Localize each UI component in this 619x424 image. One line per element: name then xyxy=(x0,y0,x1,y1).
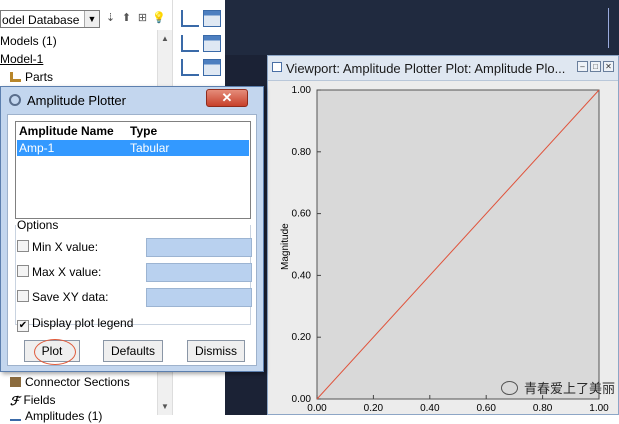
tree-item-label: Fields xyxy=(23,393,56,407)
create-tool-icon[interactable] xyxy=(181,59,199,76)
tree-item-label: Amplitudes (1) xyxy=(25,409,103,423)
y-tick-label: 0.40 xyxy=(292,270,312,281)
manager-tool-icon[interactable] xyxy=(203,10,221,27)
save-xy-checkbox[interactable] xyxy=(17,290,29,302)
triad-icon xyxy=(608,8,617,48)
viewport-title: Viewport: Amplitude Plotter Plot: Amplit… xyxy=(286,61,566,76)
y-axis-label: Magnitude xyxy=(280,223,291,270)
filter-icon[interactable]: ⊞ xyxy=(136,12,149,25)
min-x-label: Min X value: xyxy=(32,240,99,254)
wechat-icon xyxy=(500,381,518,395)
expand-icon[interactable]: ⇣ xyxy=(104,12,117,25)
x-tick-label: 0.20 xyxy=(364,403,384,414)
manager-tool-icon[interactable] xyxy=(203,59,221,76)
maximize-icon[interactable]: □ xyxy=(590,61,601,72)
y-tick-label: 1.00 xyxy=(292,85,312,96)
column-header-amplitude-name: Amplitude Name xyxy=(19,124,114,138)
defaults-button[interactable]: Defaults xyxy=(103,340,163,362)
display-legend-option[interactable]: ✔ Display plot legend xyxy=(17,316,133,332)
create-tool-icon[interactable] xyxy=(181,35,199,52)
x-tick-label: 0.80 xyxy=(533,403,553,414)
x-tick-label: 1.00 xyxy=(589,403,609,414)
display-legend-label: Display plot legend xyxy=(32,316,134,330)
dialog-title: Amplitude Plotter xyxy=(27,93,126,108)
minimize-icon[interactable]: – xyxy=(577,61,588,72)
tree-item-label: Parts xyxy=(25,70,54,84)
model-database-select-value: odel Database xyxy=(2,13,80,27)
fields-icon: ℱ xyxy=(10,394,20,408)
tree-toolbar: odel Database ▼ ⇣ ⬆ ⊞ 💡 xyxy=(0,6,172,30)
y-tick-label: 0.20 xyxy=(292,332,312,343)
tree-item-model-1[interactable]: Model-1 xyxy=(0,52,43,67)
save-xy-label: Save XY data: xyxy=(32,290,109,304)
x-tick-label: 0.60 xyxy=(476,403,496,414)
table-row[interactable]: Amp-1 Tabular xyxy=(17,140,249,156)
dialog-close-button[interactable]: ✕ xyxy=(206,89,248,107)
tree-item-amplitudes[interactable]: Amplitudes (1) xyxy=(10,409,102,424)
max-x-checkbox[interactable] xyxy=(17,265,29,277)
table-cell-name: Amp-1 xyxy=(19,141,55,155)
save-xy-field[interactable] xyxy=(146,288,252,307)
model-database-select[interactable]: odel Database ▼ xyxy=(0,10,100,28)
min-x-checkbox[interactable] xyxy=(17,240,29,252)
x-tick-label: 0.40 xyxy=(420,403,440,414)
tree-item-models[interactable]: Models (1) xyxy=(0,34,57,49)
tree-item-parts[interactable]: Parts xyxy=(10,70,53,85)
abaqus-app-icon xyxy=(9,94,21,106)
dialog-titlebar[interactable]: Amplitude Plotter ✕ xyxy=(1,87,263,113)
y-tick-label: 0.60 xyxy=(292,209,312,220)
table-cell-type: Tabular xyxy=(130,141,170,155)
column-header-type: Type xyxy=(130,124,158,138)
viewport-icon xyxy=(272,62,282,72)
dialog-body: Amplitude Name Type Amp-1 Tabular Option… xyxy=(7,114,257,366)
tree-item-fields[interactable]: ℱ Fields xyxy=(10,393,55,408)
plot-button-highlight xyxy=(34,339,76,365)
display-legend-checkbox[interactable]: ✔ xyxy=(17,320,29,332)
tree-item-label: Connector Sections xyxy=(25,375,130,389)
dismiss-button[interactable]: Dismiss xyxy=(187,340,245,362)
manager-tool-icon[interactable] xyxy=(203,35,221,52)
min-x-option[interactable]: Min X value: xyxy=(17,240,98,254)
bulb-icon[interactable]: 💡 xyxy=(152,12,166,25)
folder-up-icon[interactable]: ⬆ xyxy=(120,12,133,25)
canvas-top-strip xyxy=(225,0,619,55)
max-x-label: Max X value: xyxy=(32,265,102,279)
x-tick-label: 0.00 xyxy=(307,403,327,414)
amplitude-table: Amplitude Name Type Amp-1 Tabular xyxy=(15,121,251,219)
max-x-option[interactable]: Max X value: xyxy=(17,265,101,279)
amplitude-plotter-dialog: Amplitude Plotter ✕ Amplitude Name Type … xyxy=(0,86,264,372)
min-x-field[interactable] xyxy=(146,238,252,257)
viewport-window: Viewport: Amplitude Plotter Plot: Amplit… xyxy=(267,55,619,415)
max-x-field[interactable] xyxy=(146,263,252,282)
save-xy-option[interactable]: Save XY data: xyxy=(17,290,109,304)
watermark-text: 青春爱上了美丽 xyxy=(523,381,615,396)
tree-item-connector-sections[interactable]: Connector Sections xyxy=(10,375,130,390)
amplitude-plot: 0.000.200.400.600.801.00 0.00 0.20 0.40 0.6… xyxy=(280,85,609,414)
watermark: 青春爱上了美丽 xyxy=(500,378,615,397)
amplitudes-icon xyxy=(10,411,21,421)
tree-item-label: Model-1 xyxy=(0,52,44,66)
create-tool-icon[interactable] xyxy=(181,10,199,27)
close-icon[interactable]: ✕ xyxy=(603,61,614,72)
viewport-titlebar[interactable]: Viewport: Amplitude Plotter Plot: Amplit… xyxy=(268,56,618,81)
chevron-down-icon[interactable]: ▼ xyxy=(84,11,99,27)
tree-item-label: Models (1) xyxy=(0,34,57,48)
connector-sections-icon xyxy=(10,377,21,387)
y-tick-label: 0.80 xyxy=(292,147,312,158)
scroll-down-icon[interactable]: ▼ xyxy=(158,400,172,414)
scroll-up-icon[interactable]: ▲ xyxy=(158,32,172,46)
parts-icon xyxy=(10,72,21,82)
